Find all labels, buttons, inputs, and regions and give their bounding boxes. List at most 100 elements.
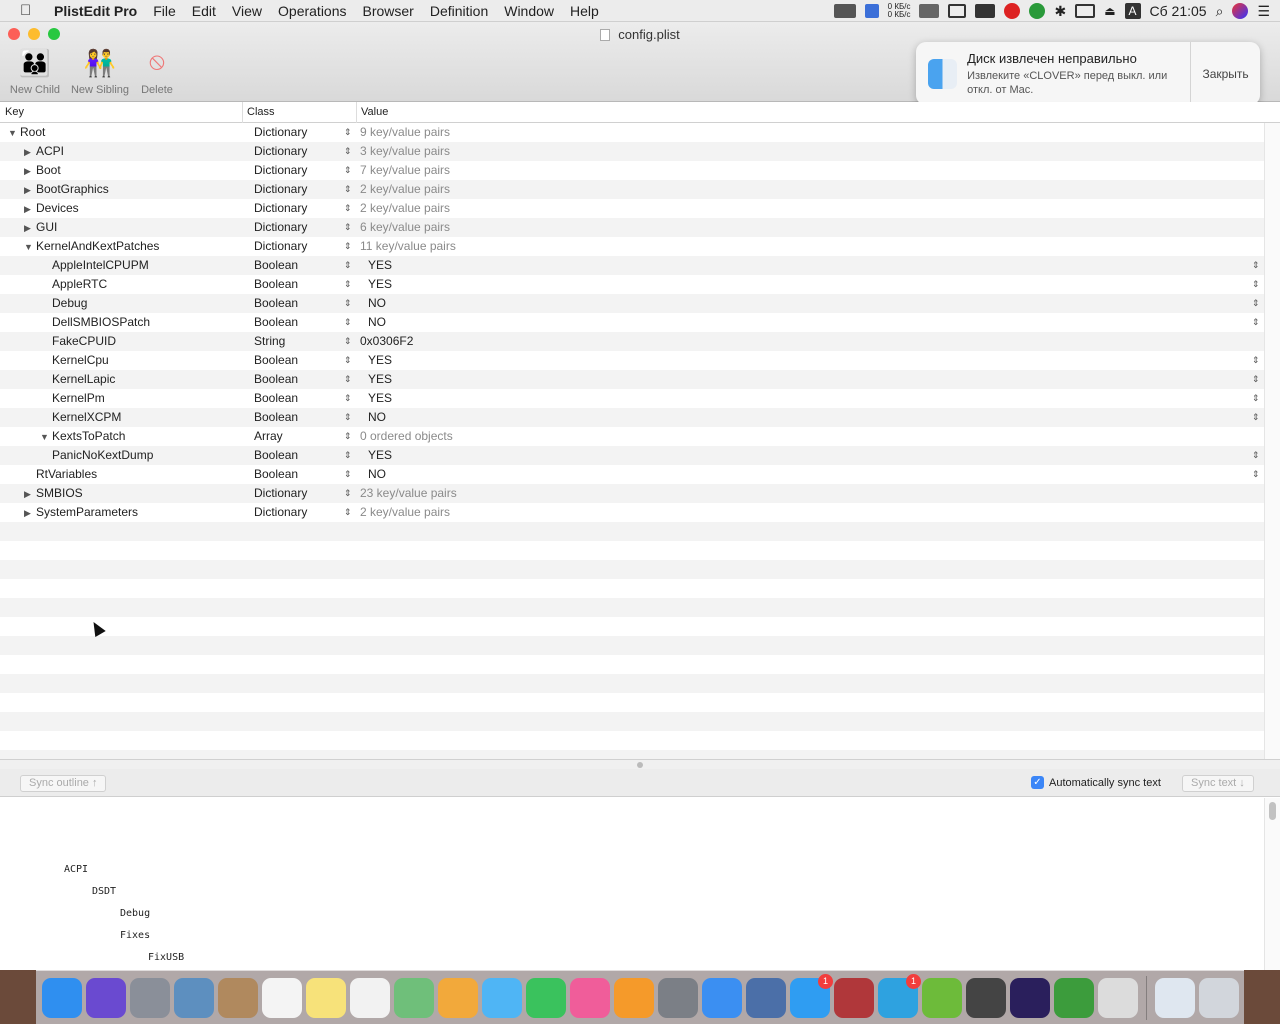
record-icon[interactable]	[1004, 3, 1021, 19]
table-row[interactable]: ▼ Root Dictionary ⇕ 9 key/value pairs	[0, 123, 1264, 142]
table-row[interactable]: ▼ KernelAndKextPatches Dictionary ⇕ 11 key/v…	[0, 237, 1264, 256]
class-popup-stepper-icon[interactable]: ⇕	[344, 123, 352, 142]
row-key[interactable]: ▶ ACPI	[24, 142, 64, 162]
row-class[interactable]: Array	[254, 427, 283, 446]
class-popup-stepper-icon[interactable]: ⇕	[344, 199, 352, 218]
row-class[interactable]: Dictionary	[254, 199, 307, 218]
text-scrollbar[interactable]	[1264, 798, 1280, 970]
table-row[interactable]: DellSMBIOSPatch Boolean ⇕ NO ⇕	[0, 313, 1264, 332]
spotlight-search-icon[interactable]: ⌕	[1216, 3, 1224, 20]
dock-itunes-icon[interactable]	[570, 977, 610, 1018]
outline-scrollbar[interactable]	[1264, 123, 1280, 769]
row-class[interactable]: Boolean	[254, 294, 298, 313]
disclosure-open-icon[interactable]: ▼	[8, 124, 20, 143]
class-popup-stepper-icon[interactable]: ⇕	[344, 351, 352, 370]
row-key[interactable]: ▼ KextsToPatch	[40, 427, 125, 447]
column-header-value[interactable]: Value	[361, 106, 388, 118]
dock-wine-icon[interactable]	[834, 977, 874, 1018]
row-key[interactable]: KernelLapic	[52, 370, 115, 389]
dock-facetime-icon[interactable]	[526, 977, 566, 1018]
row-class[interactable]: Boolean	[254, 351, 298, 370]
dock-clover-icon[interactable]	[1054, 977, 1094, 1018]
notification-center-icon[interactable]: ☰	[1257, 3, 1270, 20]
row-key[interactable]: Debug	[52, 294, 87, 313]
table-row[interactable]: ▶ GUI Dictionary ⇕ 6 key/value pairs	[0, 218, 1264, 237]
value-popup-stepper-icon[interactable]: ⇕	[1252, 389, 1260, 408]
dock-preview-icon[interactable]	[174, 977, 214, 1018]
row-key[interactable]: ▶ SystemParameters	[24, 503, 138, 523]
value-popup-stepper-icon[interactable]: ⇕	[1252, 351, 1260, 370]
disclosure-open-icon[interactable]: ▼	[24, 238, 36, 257]
menu-view[interactable]: View	[232, 3, 262, 19]
disclosure-closed-icon[interactable]: ▶	[24, 485, 36, 504]
table-row[interactable]: KernelCpu Boolean ⇕ YES ⇕	[0, 351, 1264, 370]
dock-final-cut-icon[interactable]	[966, 977, 1006, 1018]
class-popup-stepper-icon[interactable]: ⇕	[344, 446, 352, 465]
menu-edit[interactable]: Edit	[192, 3, 216, 19]
row-key[interactable]: KernelXCPM	[52, 408, 121, 427]
class-popup-stepper-icon[interactable]: ⇕	[344, 465, 352, 484]
column-header-key[interactable]: Key	[5, 106, 24, 118]
dock-trash-icon[interactable]	[1199, 977, 1239, 1018]
row-value[interactable]: YES	[368, 446, 392, 465]
siri-tray-icon[interactable]	[1232, 3, 1249, 19]
class-popup-stepper-icon[interactable]: ⇕	[344, 408, 352, 427]
dock-finder-icon[interactable]	[42, 977, 82, 1018]
disclosure-closed-icon[interactable]: ▶	[24, 219, 36, 238]
dock-virtualbox-icon[interactable]	[746, 977, 786, 1018]
class-popup-stepper-icon[interactable]: ⇕	[344, 256, 352, 275]
row-value[interactable]: YES	[368, 256, 392, 275]
class-popup-stepper-icon[interactable]: ⇕	[344, 370, 352, 389]
class-popup-stepper-icon[interactable]: ⇕	[344, 275, 352, 294]
row-key[interactable]: ▶ Devices	[24, 199, 79, 219]
splitter-handle-icon[interactable]	[637, 762, 643, 768]
row-class[interactable]: Dictionary	[254, 180, 307, 199]
row-class[interactable]: Boolean	[254, 256, 298, 275]
dock-safari-icon[interactable]	[702, 977, 742, 1018]
sync-outline-button[interactable]: Sync outline ↑	[20, 775, 107, 792]
dock-system-preferences-icon[interactable]	[658, 977, 698, 1018]
dock-photos-icon[interactable]	[438, 977, 478, 1018]
menu-definition[interactable]: Definition	[430, 3, 488, 19]
dock-ibooks-icon[interactable]	[614, 977, 654, 1018]
row-key[interactable]: AppleRTC	[52, 275, 107, 294]
table-row[interactable]: ▼ KextsToPatch Array ⇕ 0 ordered objects	[0, 427, 1264, 446]
value-popup-stepper-icon[interactable]: ⇕	[1252, 294, 1260, 313]
table-row[interactable]: ▶ SystemParameters Dictionary ⇕ 2 key/value …	[0, 503, 1264, 522]
dock-premiere-icon[interactable]	[1010, 977, 1050, 1018]
row-class[interactable]: Dictionary	[254, 484, 307, 503]
row-key[interactable]: FakeCPUID	[52, 332, 116, 351]
row-class[interactable]: Boolean	[254, 389, 298, 408]
row-value[interactable]: NO	[368, 294, 386, 313]
row-key[interactable]: ▶ BootGraphics	[24, 180, 109, 200]
row-key[interactable]: ▶ Boot	[24, 161, 61, 181]
menu-file[interactable]: File	[153, 3, 176, 19]
disclosure-closed-icon[interactable]: ▶	[24, 181, 36, 200]
dock-messages-icon[interactable]	[482, 977, 522, 1018]
column-divider[interactable]	[242, 102, 243, 123]
value-popup-stepper-icon[interactable]: ⇕	[1252, 408, 1260, 427]
network-speed[interactable]: 0 КБ/с 0 КБ/с	[888, 3, 911, 19]
new-sibling-button[interactable]: 👫 New Sibling	[68, 48, 132, 96]
dock-calendar-icon[interactable]	[262, 977, 302, 1018]
pane-splitter[interactable]	[0, 759, 1280, 769]
class-popup-stepper-icon[interactable]: ⇕	[344, 389, 352, 408]
row-value[interactable]: YES	[368, 370, 392, 389]
checkbox-checked-icon[interactable]: ✓	[1031, 776, 1044, 789]
table-row[interactable]: KernelXCPM Boolean ⇕ NO ⇕	[0, 408, 1264, 427]
dock-maps-icon[interactable]	[394, 977, 434, 1018]
row-value[interactable]: 0x0306F2	[360, 332, 413, 351]
value-popup-stepper-icon[interactable]: ⇕	[1252, 256, 1260, 275]
row-value[interactable]: YES	[368, 351, 392, 370]
table-row[interactable]: ▶ BootGraphics Dictionary ⇕ 2 key/value pair…	[0, 180, 1264, 199]
row-key[interactable]: KernelCpu	[52, 351, 109, 370]
class-popup-stepper-icon[interactable]: ⇕	[344, 313, 352, 332]
table-row[interactable]: FakeCPUID String ⇕ 0x0306F2	[0, 332, 1264, 351]
row-class[interactable]: Dictionary	[254, 161, 307, 180]
airplay-icon[interactable]	[1075, 4, 1096, 18]
row-class[interactable]: Boolean	[254, 446, 298, 465]
class-popup-stepper-icon[interactable]: ⇕	[344, 294, 352, 313]
row-key[interactable]: ▼ KernelAndKextPatches	[24, 237, 159, 257]
value-popup-stepper-icon[interactable]: ⇕	[1252, 370, 1260, 389]
row-value[interactable]: NO	[368, 408, 386, 427]
